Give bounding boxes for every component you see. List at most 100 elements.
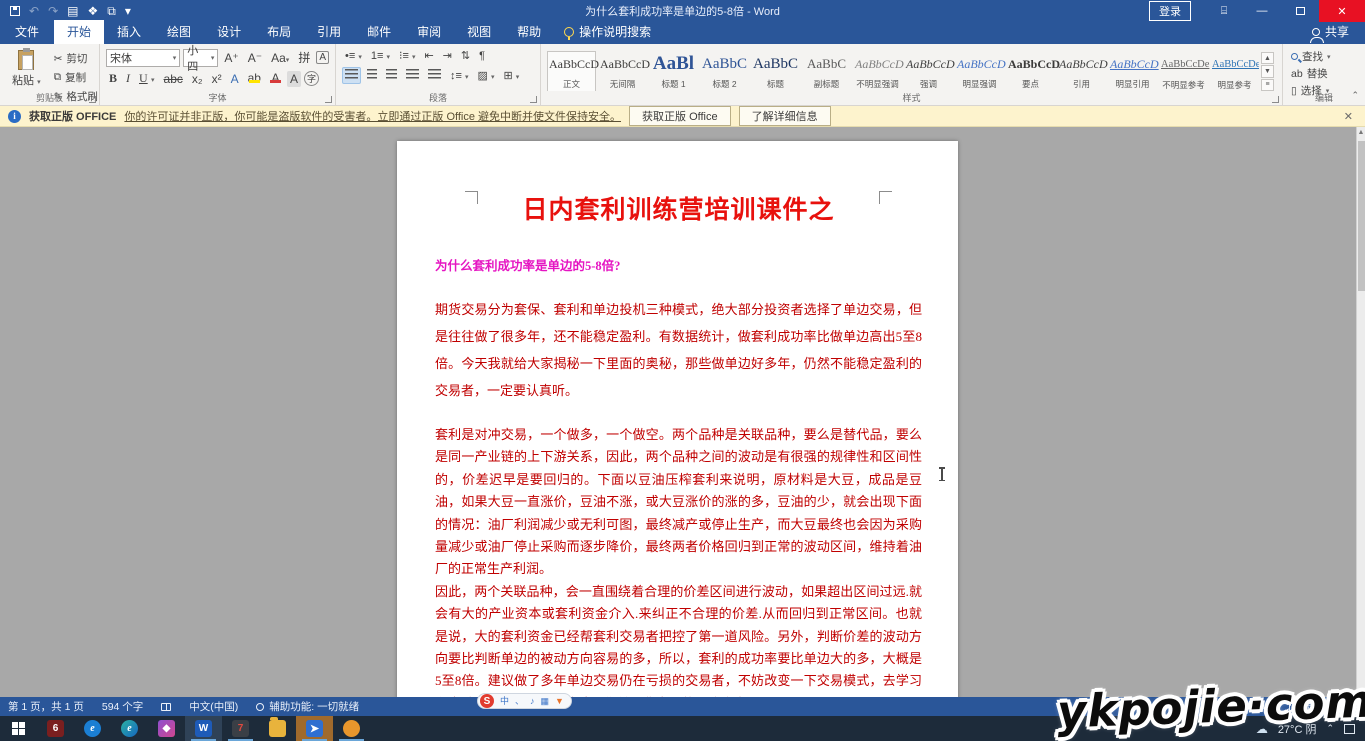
ribbon-display-options-button[interactable]: ⌸ bbox=[1205, 0, 1243, 22]
style-subtitle[interactable]: AaBbC副标题 bbox=[802, 51, 851, 91]
word-count[interactable]: 594 个字 bbox=[102, 699, 143, 714]
paragraph-dialog-launcher[interactable] bbox=[530, 96, 537, 103]
undo-icon[interactable]: ↶ bbox=[29, 0, 39, 22]
shading-button[interactable]: ▨ ▾ bbox=[475, 68, 498, 83]
minimize-button[interactable]: — bbox=[1243, 0, 1281, 22]
scrollbar-thumb[interactable] bbox=[1358, 141, 1365, 291]
phonetic-guide-button[interactable]: 拼 bbox=[295, 48, 313, 67]
character-shading-button[interactable]: A bbox=[287, 71, 301, 87]
character-border-button[interactable]: A bbox=[316, 51, 329, 64]
style-heading1[interactable]: AaBl标题 1 bbox=[649, 51, 698, 91]
style-intense-reference[interactable]: AaBbCcDe明显参考 bbox=[1210, 51, 1259, 91]
sogou-input-bar[interactable]: S 中 、 ♪ ▦ ▼ bbox=[477, 693, 572, 709]
save-icon[interactable] bbox=[10, 6, 20, 16]
proofing-status[interactable] bbox=[161, 703, 171, 711]
style-intense-quote[interactable]: AaBbCcD明显引用 bbox=[1108, 51, 1157, 91]
align-left-button[interactable] bbox=[342, 67, 361, 84]
sort-button[interactable]: ⇅ bbox=[458, 48, 473, 63]
style-subtle-emphasis[interactable]: AaBbCcD不明显强调 bbox=[853, 51, 902, 91]
taskbar-app-edge[interactable]: e bbox=[111, 716, 148, 741]
font-family-combo[interactable]: 宋体▾ bbox=[106, 49, 180, 67]
shrink-font-button[interactable]: A⁻ bbox=[245, 50, 265, 66]
tab-insert[interactable]: 插入 bbox=[104, 20, 154, 44]
taskbar-app-store[interactable]: ◆ bbox=[148, 716, 185, 741]
taskbar-app-orange[interactable] bbox=[333, 716, 370, 741]
numbering-button[interactable]: 1≡ ▾ bbox=[368, 49, 393, 63]
superscript-button[interactable]: x² bbox=[209, 71, 225, 87]
change-case-button[interactable]: Aa▾ bbox=[268, 50, 292, 66]
style-no-spacing[interactable]: AaBbCcD无间隔 bbox=[598, 51, 647, 91]
text-effects-button[interactable]: A bbox=[228, 74, 242, 84]
style-quote[interactable]: AaBbCcD引用 bbox=[1057, 51, 1106, 91]
taskbar-file-explorer[interactable] bbox=[259, 716, 296, 741]
taskbar-app-360[interactable]: 6 bbox=[37, 716, 74, 741]
line-spacing-button[interactable]: ↕≡ ▾ bbox=[447, 69, 472, 83]
keyboard-icon[interactable]: ▦ bbox=[541, 694, 550, 708]
font-dialog-launcher[interactable] bbox=[325, 96, 332, 103]
document-area[interactable]: 日内套利训练营培训课件之 为什么套利成功率是单边的5-8倍? 期货交易分为套保、… bbox=[0, 127, 1365, 697]
scroll-up-icon[interactable]: ▲ bbox=[1357, 127, 1365, 139]
styles-dialog-launcher[interactable] bbox=[1272, 96, 1279, 103]
style-heading2[interactable]: AaBbC标题 2 bbox=[700, 51, 749, 91]
style-strong[interactable]: AaBbCcD要点 bbox=[1006, 51, 1055, 91]
bold-button[interactable]: B bbox=[106, 70, 120, 87]
tab-design[interactable]: 设计 bbox=[204, 20, 254, 44]
style-normal[interactable]: AaBbCcD正文 bbox=[547, 51, 596, 91]
bullets-button[interactable]: •≡ ▾ bbox=[342, 49, 365, 63]
styles-more-button[interactable]: ≡ bbox=[1261, 79, 1274, 91]
banner-close-icon[interactable]: ✕ bbox=[1340, 110, 1357, 123]
multilevel-list-button[interactable]: ⁝≡ ▾ bbox=[396, 48, 419, 63]
tab-view[interactable]: 视图 bbox=[454, 20, 504, 44]
taskbar-app-seven[interactable]: 7 bbox=[222, 716, 259, 741]
replace-button[interactable]: ab 替换 bbox=[1289, 65, 1359, 82]
grow-font-button[interactable]: A⁺ bbox=[221, 50, 241, 66]
tab-layout[interactable]: 布局 bbox=[254, 20, 304, 44]
taskbar-app-ie[interactable]: e bbox=[74, 716, 111, 741]
decrease-indent-button[interactable]: ⇤ bbox=[421, 48, 436, 63]
subscript-button[interactable]: x₂ bbox=[189, 71, 206, 87]
justify-button[interactable] bbox=[403, 67, 422, 84]
enclose-characters-button[interactable]: 字 bbox=[304, 71, 319, 86]
new-document-icon[interactable]: ▤ bbox=[67, 0, 78, 22]
tab-home[interactable]: 开始 bbox=[54, 20, 104, 44]
page-indicator[interactable]: 第 1 页，共 1 页 bbox=[8, 699, 84, 714]
borders-button[interactable]: ⊞ ▾ bbox=[500, 68, 522, 83]
tab-references[interactable]: 引用 bbox=[304, 20, 354, 44]
close-button[interactable]: ✕ bbox=[1319, 0, 1365, 22]
copy-button[interactable]: ⧉ 复制 bbox=[51, 69, 101, 86]
print-preview-icon[interactable]: ⧉ bbox=[107, 0, 116, 22]
style-title[interactable]: AaBbC标题 bbox=[751, 51, 800, 91]
language-indicator[interactable]: 中文(中国) bbox=[189, 699, 238, 714]
symbols-icon[interactable]: 、 bbox=[515, 694, 524, 708]
accessibility-status[interactable]: 辅助功能: 一切就绪 bbox=[256, 699, 359, 714]
microphone-icon[interactable]: ♪ bbox=[530, 694, 535, 708]
align-right-button[interactable] bbox=[383, 67, 400, 84]
paste-button[interactable]: 粘贴 ▾ bbox=[6, 48, 47, 91]
document-page[interactable]: 日内套利训练营培训课件之 为什么套利成功率是单边的5-8倍? 期货交易分为套保、… bbox=[397, 141, 958, 697]
find-button[interactable]: 查找 ▾ bbox=[1289, 48, 1359, 65]
taskbar-app-recorder[interactable]: ➤ bbox=[296, 716, 333, 741]
cut-button[interactable]: ✂ 剪切 bbox=[51, 50, 101, 67]
taskbar-app-word[interactable]: W bbox=[185, 716, 222, 741]
share-button[interactable]: 共享 bbox=[1296, 20, 1365, 44]
style-intense-emphasis[interactable]: AaBbCcD明显强调 bbox=[955, 51, 1004, 91]
distribute-button[interactable] bbox=[425, 67, 444, 84]
styles-scroll-up-button[interactable]: ▲ bbox=[1261, 52, 1274, 64]
highlight-color-button[interactable]: ab bbox=[245, 73, 264, 84]
get-genuine-office-button[interactable]: 获取正版 Office bbox=[629, 106, 731, 126]
vertical-scrollbar[interactable]: ▲ bbox=[1356, 127, 1365, 697]
tab-draw[interactable]: 绘图 bbox=[154, 20, 204, 44]
maximize-button[interactable] bbox=[1281, 0, 1319, 22]
style-subtle-reference[interactable]: AaBbCcDe不明显参考 bbox=[1159, 51, 1208, 91]
italic-button[interactable]: I bbox=[123, 70, 133, 87]
tab-help[interactable]: 帮助 bbox=[504, 20, 554, 44]
sogou-logo-icon[interactable]: S bbox=[480, 694, 494, 708]
show-marks-button[interactable]: ¶ bbox=[476, 49, 488, 63]
input-mode-icon[interactable]: 中 bbox=[500, 694, 509, 708]
tell-me-search[interactable]: 操作说明搜索 bbox=[554, 20, 661, 44]
increase-indent-button[interactable]: ⇥ bbox=[440, 48, 455, 63]
customize-qat-icon[interactable]: ▾ bbox=[125, 0, 131, 22]
strikethrough-button[interactable]: abc bbox=[161, 71, 186, 87]
start-button[interactable] bbox=[0, 716, 37, 741]
redo-icon[interactable]: ↷ bbox=[48, 0, 58, 22]
